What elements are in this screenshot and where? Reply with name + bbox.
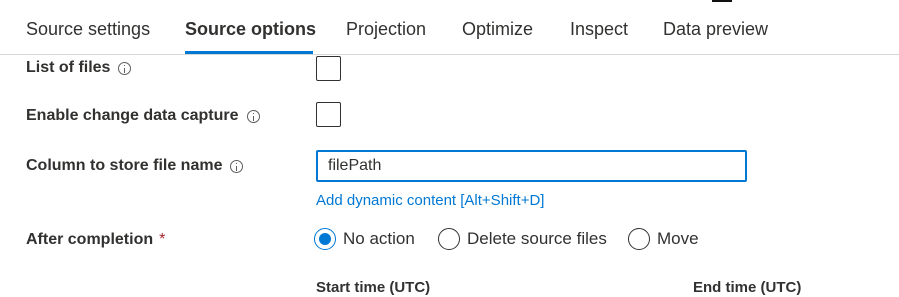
start-time-label: Start time (UTC) <box>316 279 431 296</box>
radio-move[interactable]: Move <box>628 228 699 250</box>
active-tab-indicator <box>185 51 313 54</box>
change-data-capture-label: Enable change data capture <box>26 107 239 124</box>
radio-selected-icon[interactable] <box>314 228 336 250</box>
radio-unselected-icon[interactable] <box>628 228 650 250</box>
radio-unselected-icon[interactable] <box>438 228 460 250</box>
after-completion-label: After completion <box>26 231 154 248</box>
tab-source-options[interactable]: Source options <box>185 19 316 40</box>
column-file-name-input[interactable] <box>316 150 747 182</box>
list-of-files-label: List of files <box>26 59 111 76</box>
tab-optimize[interactable]: Optimize <box>462 19 533 40</box>
end-time-label: End time (UTC) <box>693 279 802 296</box>
tab-source-settings[interactable]: Source settings <box>26 19 150 40</box>
column-file-name-row: Column to store file name <box>26 157 244 175</box>
required-asterisk: * <box>159 231 166 248</box>
radio-no-action[interactable]: No action <box>314 228 415 250</box>
info-icon[interactable] <box>118 61 132 75</box>
column-file-name-label: Column to store file name <box>26 157 223 174</box>
radio-move-label: Move <box>657 229 699 248</box>
info-icon[interactable] <box>230 159 244 173</box>
tab-inspect[interactable]: Inspect <box>570 19 628 40</box>
after-completion-row: After completion * <box>26 231 165 249</box>
add-dynamic-content-link[interactable]: Add dynamic content [Alt+Shift+D] <box>316 192 544 209</box>
change-data-capture-row: Enable change data capture <box>26 107 260 125</box>
info-icon[interactable] <box>246 109 260 123</box>
list-of-files-checkbox[interactable] <box>316 56 341 81</box>
radio-delete-source-files-label: Delete source files <box>467 229 607 248</box>
change-data-capture-checkbox[interactable] <box>316 102 341 127</box>
radio-delete-source-files[interactable]: Delete source files <box>438 228 607 250</box>
list-of-files-row: List of files <box>26 59 132 77</box>
tab-bar: Source settings Source options Projectio… <box>0 0 899 55</box>
radio-no-action-label: No action <box>343 229 415 248</box>
tab-data-preview[interactable]: Data preview <box>663 19 768 40</box>
tab-projection[interactable]: Projection <box>346 19 426 40</box>
